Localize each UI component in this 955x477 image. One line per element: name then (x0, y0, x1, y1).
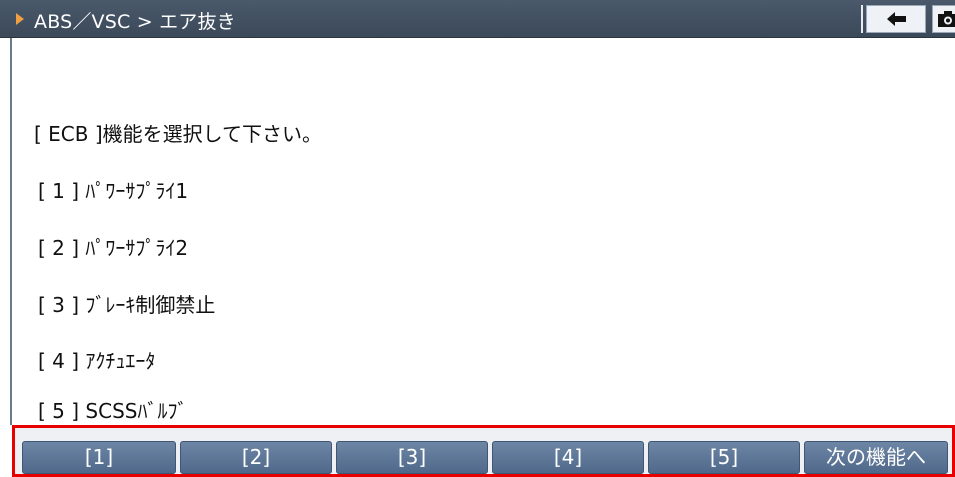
back-arrow-icon (887, 12, 906, 26)
toolbar-separator (861, 5, 863, 33)
prompt-text: [ ECB ]機能を選択して下さい。 (34, 122, 323, 146)
page-title: ABS／VSC > エア抜き (34, 11, 236, 33)
function-button-3[interactable]: [3] (336, 441, 488, 474)
menu-item-3[interactable]: [ 3 ] ﾌﾞﾚｰｷ制御禁止 (38, 289, 215, 318)
play-triangle-icon (16, 13, 24, 25)
function-button-4[interactable]: [4] (492, 441, 644, 474)
menu-item-1[interactable]: [ 1 ] ﾊﾟﾜｰｻﾌﾟﾗｲ1 (38, 175, 188, 204)
camera-icon (938, 11, 955, 27)
back-button[interactable] (866, 5, 926, 33)
next-function-button[interactable]: 次の機能へ (804, 441, 948, 474)
menu-content: [ ECB ]機能を選択して下さい。 [ 1 ] ﾊﾟﾜｰｻﾌﾟﾗｲ1 [ 2 … (10, 38, 955, 425)
menu-item-5[interactable]: [ 5 ] SCSSﾊﾞﾙﾌﾞ (38, 395, 187, 424)
function-button-1[interactable]: [1] (22, 441, 176, 474)
camera-button[interactable] (932, 5, 955, 33)
title-bar: ABS／VSC > エア抜き (0, 0, 955, 38)
function-button-2[interactable]: [2] (180, 441, 332, 474)
menu-item-4[interactable]: [ 4 ] ｱｸﾁｭｴｰﾀ (38, 345, 155, 374)
function-button-bar: [1] [2] [3] [4] [5] 次の機能へ (12, 425, 955, 477)
menu-item-2[interactable]: [ 2 ] ﾊﾟﾜｰｻﾌﾟﾗｲ2 (38, 232, 188, 261)
function-button-5[interactable]: [5] (648, 441, 800, 474)
